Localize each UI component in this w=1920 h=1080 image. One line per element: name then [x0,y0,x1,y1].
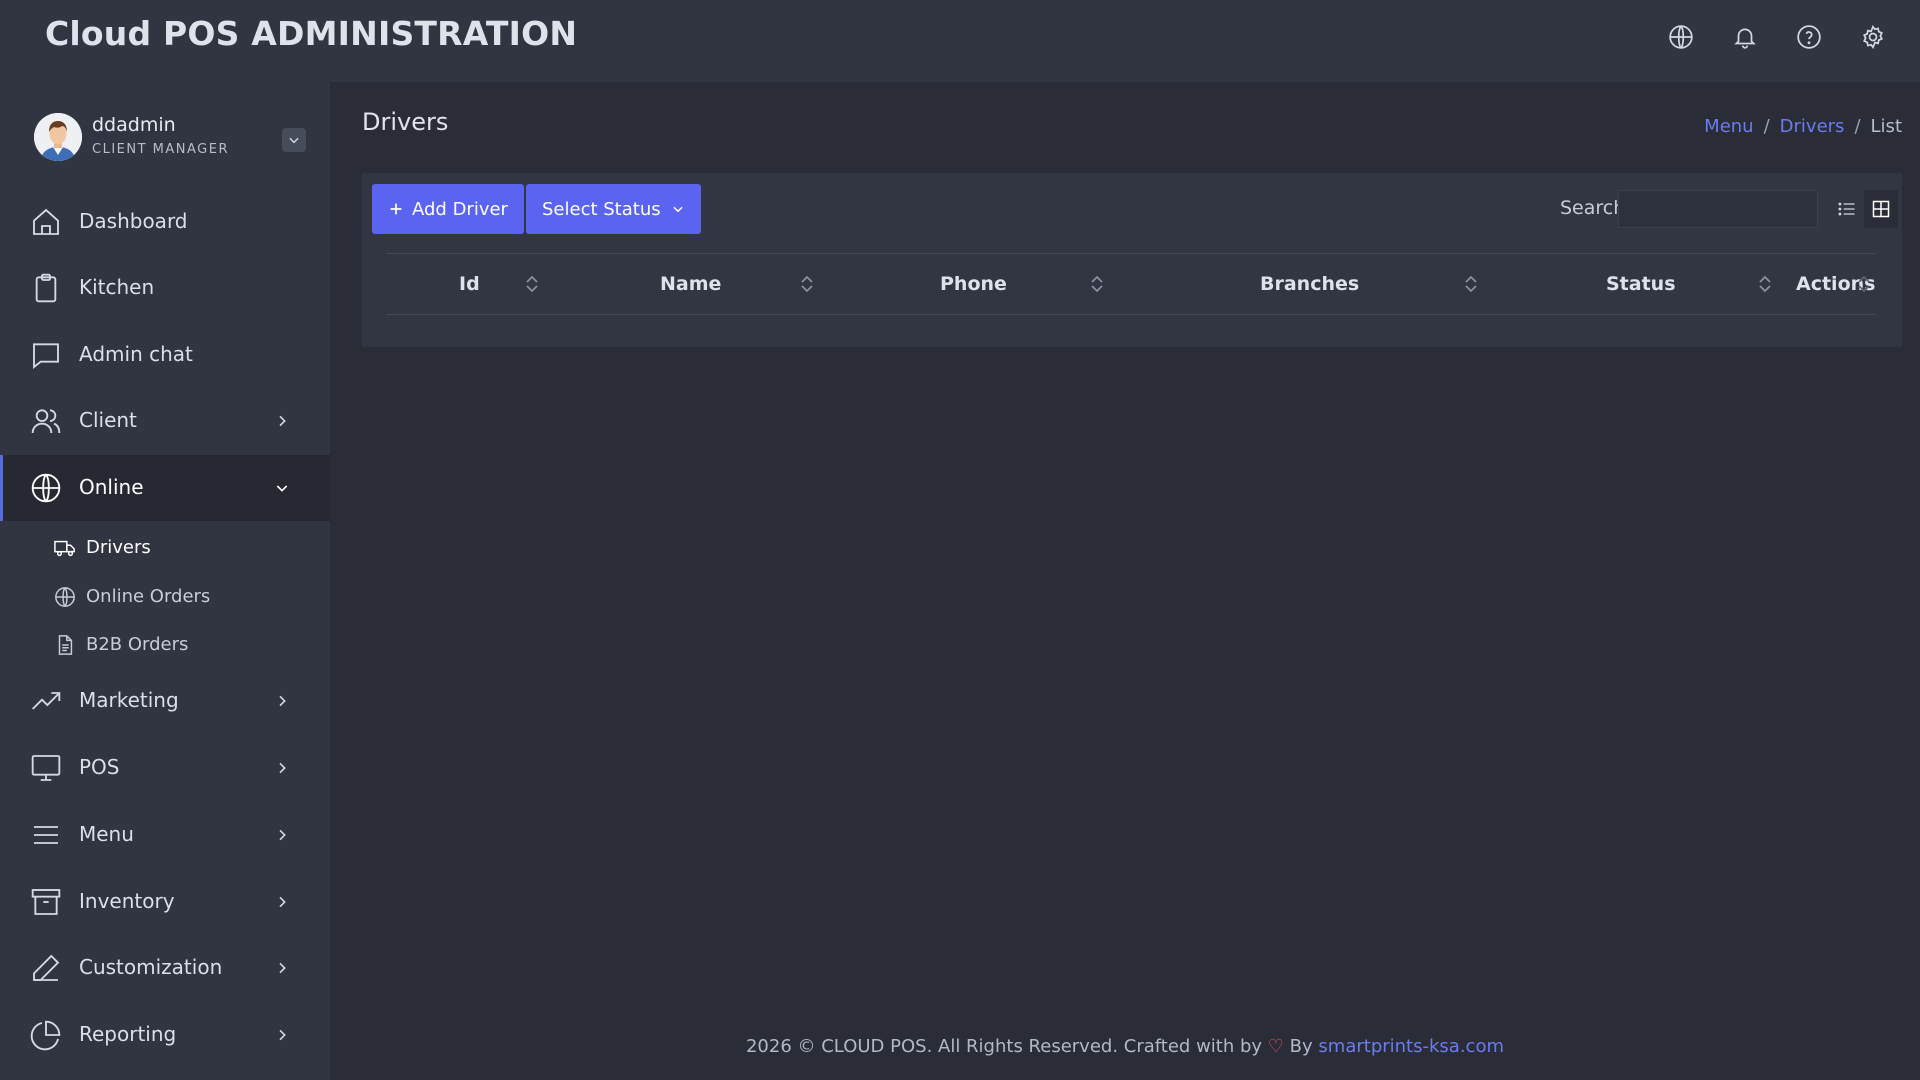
table-header-top-border [386,253,1876,254]
sidebar-item-client[interactable]: Client [0,388,330,454]
chevron-right-icon [274,413,290,429]
sidebar-item-label: Admin chat [79,342,193,366]
sidebar-item-admin-chat[interactable]: Admin chat [0,322,330,388]
column-header-status[interactable]: Status [1606,273,1676,295]
sidebar-item-label: Online [79,475,144,499]
page-title: Drivers [362,108,449,136]
plus-icon [388,201,404,217]
truck-icon [54,537,76,559]
user-menu-toggle[interactable] [282,128,306,152]
sidebar-subitem-label: Online Orders [86,586,211,607]
chevron-right-icon [274,827,290,843]
sidebar-item-label: POS [79,755,120,779]
breadcrumb-separator: / [1763,116,1770,137]
menu-icon [30,819,62,851]
footer: 2026 © CLOUD POS. All Rights Reserved. C… [330,1036,1920,1057]
help-icon[interactable] [1794,22,1824,52]
sort-icon[interactable] [1463,274,1479,294]
breadcrumb-current: List [1870,116,1902,137]
sort-icon[interactable] [1757,274,1773,294]
monitor-icon [30,752,62,784]
sort-icon[interactable] [799,274,815,294]
sort-icon[interactable] [1089,274,1105,294]
breadcrumb: Menu / Drivers / List [1704,116,1902,137]
chevron-down-icon [671,202,685,216]
select-status-label: Select Status [542,198,661,220]
breadcrumb-separator: / [1854,116,1861,137]
breadcrumb-menu-link[interactable]: Menu [1704,116,1753,137]
grid-view-icon[interactable] [1864,190,1898,228]
sidebar-item-label: Kitchen [79,275,155,299]
top-bar: Cloud POS ADMINISTRATION [0,0,1920,82]
globe-icon [30,472,62,504]
user-profile: ddadmin CLIENT MANAGER [34,110,306,170]
sidebar-item-inventory[interactable]: Inventory [0,869,330,935]
sidebar-subitem-label: B2B Orders [86,634,189,655]
footer-text: 2026 © CLOUD POS. All Rights Reserved. C… [745,1036,1263,1057]
user-role: CLIENT MANAGER [92,142,229,157]
sidebar-item-menu[interactable]: Menu [0,802,330,868]
sidebar-item-label: Inventory [79,889,175,913]
sidebar-item-online[interactable]: Online [0,455,330,521]
bell-icon[interactable] [1730,22,1760,52]
sort-icon[interactable] [1856,274,1872,294]
app-title: Cloud POS ADMINISTRATION [45,14,578,53]
sidebar-item-label: Marketing [79,688,179,712]
add-driver-label: Add Driver [412,198,508,220]
archive-icon [30,886,62,918]
sidebar-item-kitchen[interactable]: Kitchen [0,255,330,321]
settings-icon[interactable] [1858,22,1888,52]
chevron-right-icon [274,960,290,976]
sidebar-item-customization[interactable]: Customization [0,935,330,1001]
column-header-branches[interactable]: Branches [1260,273,1359,295]
chat-icon [30,339,62,371]
sidebar-item-label: Dashboard [79,209,188,233]
sidebar-subitem-drivers[interactable]: Drivers [0,525,330,569]
sidebar: ddadmin CLIENT MANAGER Dashboard Kitchen… [0,82,330,1080]
chevron-right-icon [274,760,290,776]
chevron-down-icon [274,480,290,496]
pie-chart-icon [30,1019,62,1051]
globe-icon[interactable] [1666,22,1696,52]
sidebar-item-marketing[interactable]: Marketing [0,668,330,734]
chevron-right-icon [274,1027,290,1043]
pen-icon [30,952,62,984]
add-driver-button[interactable]: Add Driver [372,184,524,234]
file-icon [54,634,76,656]
sidebar-subitem-online-orders[interactable]: Online Orders [0,574,330,618]
heart-icon: ♡ [1267,1036,1284,1057]
search-label: Search [1560,197,1626,219]
drivers-table-card: Add Driver Select Status Search Id Name … [362,173,1902,347]
search-input[interactable] [1618,190,1818,228]
breadcrumb-drivers-link[interactable]: Drivers [1780,116,1845,137]
table-header-bottom-border [386,314,1876,315]
home-icon [30,206,62,238]
column-header-name[interactable]: Name [660,273,721,295]
user-name: ddadmin [92,114,176,136]
sidebar-item-label: Customization [79,955,223,979]
chevron-right-icon [274,693,290,709]
sort-icon[interactable] [524,274,540,294]
sidebar-subitem-b2b-orders[interactable]: B2B Orders [0,622,330,666]
avatar[interactable] [34,113,82,161]
footer-link[interactable]: smartprints-ksa.com [1318,1036,1504,1057]
sidebar-item-reporting[interactable]: Reporting [0,1002,330,1068]
globe-icon [54,586,76,608]
column-header-phone[interactable]: Phone [940,273,1007,295]
list-view-icon[interactable] [1830,190,1864,228]
chevron-right-icon [274,894,290,910]
clipboard-icon [30,272,62,304]
sidebar-item-dashboard[interactable]: Dashboard [0,189,330,255]
sidebar-item-label: Reporting [79,1022,177,1046]
trending-up-icon [30,685,62,717]
sidebar-item-label: Menu [79,822,134,846]
sidebar-item-label: Client [79,408,137,432]
sidebar-item-pos[interactable]: POS [0,735,330,801]
select-status-dropdown[interactable]: Select Status [526,184,701,234]
sidebar-subitem-label: Drivers [86,537,151,558]
column-header-id[interactable]: Id [459,273,480,295]
users-icon [30,405,62,437]
footer-by: By [1289,1036,1313,1057]
